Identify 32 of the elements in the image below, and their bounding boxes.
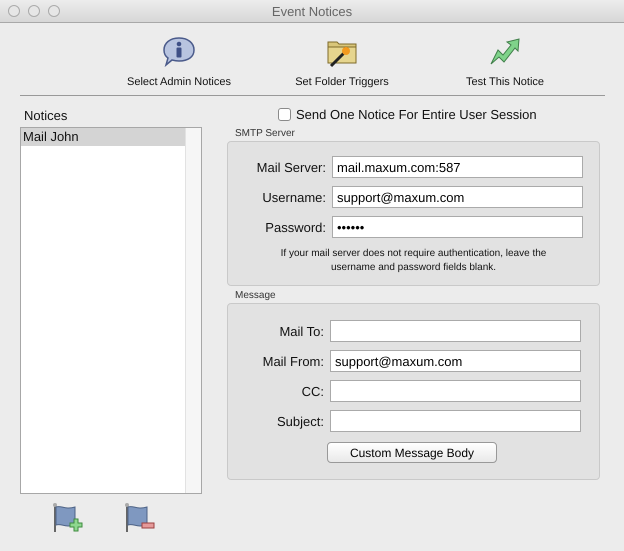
field-label: Mail From:: [262, 354, 324, 368]
group-title: Message: [235, 290, 277, 301]
custom-message-body-button[interactable]: Custom Message Body: [327, 442, 497, 463]
help-text: If your mail server does not require authentication, leave the username and password fields blank.: [280, 247, 548, 275]
zoom-button[interactable]: [48, 5, 60, 17]
toolbar-button[interactable]: Select Admin Notices: [112, 34, 246, 95]
info-icon: [162, 36, 196, 68]
input-field[interactable]: support@maxum.com: [332, 186, 583, 208]
input-field[interactable]: support@maxum.com: [330, 350, 581, 372]
input-field[interactable]: [330, 380, 581, 402]
field-label: Subject:: [276, 414, 324, 428]
close-button[interactable]: [8, 5, 20, 17]
add-flag-icon[interactable]: [51, 502, 83, 534]
checkbox[interactable]: [278, 108, 291, 120]
input-field[interactable]: ••••••: [332, 216, 583, 238]
toolbar-button[interactable]: Set Folder Triggers: [274, 34, 410, 95]
list-label: Notices: [24, 108, 68, 123]
field-label: Mail To:: [278, 324, 324, 338]
input-field[interactable]: [330, 410, 581, 432]
group-title: SMTP Server: [235, 128, 296, 139]
toolbar-button[interactable]: Test This Notice: [438, 34, 572, 95]
input-field[interactable]: mail.maxum.com:587: [332, 156, 583, 178]
window-title: Event Notices: [272, 4, 352, 18]
minimize-button[interactable]: [28, 5, 40, 17]
checkbox-label: Send One Notice For Entire User Session: [296, 106, 537, 122]
remove-flag-icon[interactable]: [123, 502, 155, 534]
field-label: Mail Server:: [256, 160, 326, 174]
input-field[interactable]: [330, 320, 581, 342]
field-label: CC:: [300, 384, 324, 398]
field-label: Username:: [261, 190, 326, 204]
list-item[interactable]: Mail John: [21, 128, 185, 146]
field-label: Password:: [264, 220, 326, 234]
